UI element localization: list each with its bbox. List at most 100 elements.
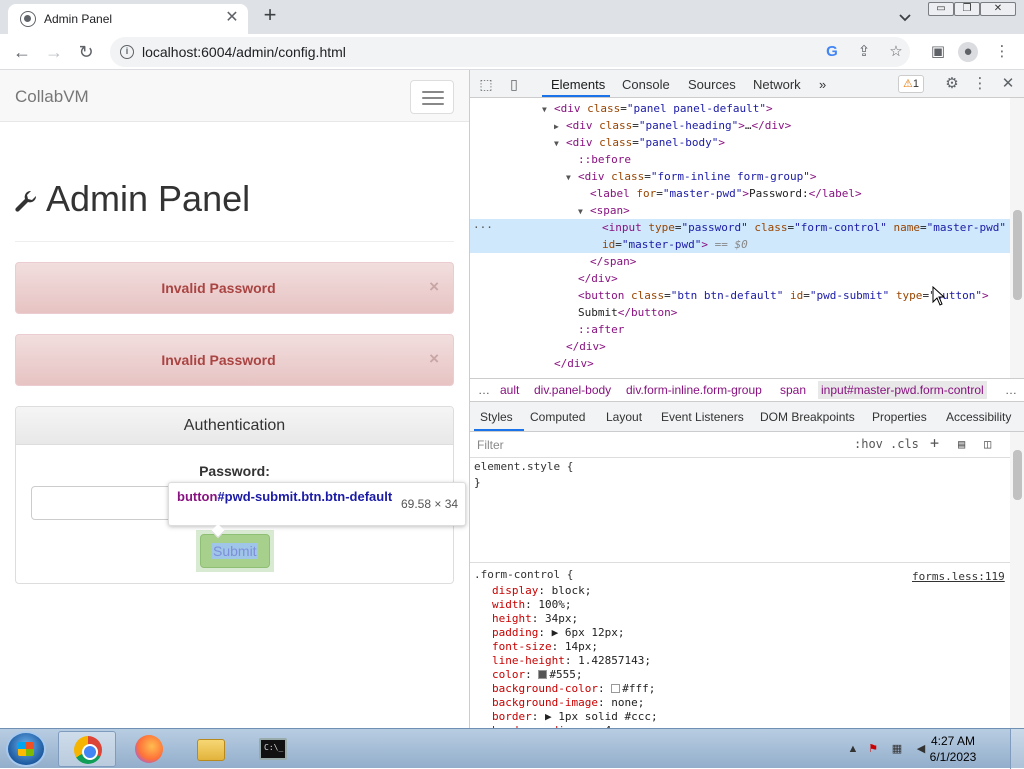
css-property[interactable]: font-size: 14px;	[470, 640, 1010, 654]
css-property[interactable]: padding: ▶ 6px 12px;	[470, 626, 1010, 640]
taskbar-explorer[interactable]	[182, 731, 240, 767]
styles-scrollbar-thumb[interactable]	[1013, 450, 1022, 500]
start-button[interactable]	[6, 731, 46, 767]
kebab-menu-icon[interactable]: ⋮	[992, 42, 1012, 62]
maximize-button[interactable]: ❐	[954, 2, 980, 16]
site-info-icon[interactable]: i	[120, 45, 134, 59]
taskbar-chrome[interactable]	[58, 731, 116, 767]
dom-node[interactable]: ::after	[470, 321, 1010, 338]
toggle-sidebar-icon[interactable]: ◫	[984, 437, 991, 451]
tab-close-icon[interactable]: ✕	[222, 8, 242, 28]
styles-tab-styles[interactable]: Styles	[480, 410, 513, 424]
breadcrumb-item[interactable]: div.panel-body	[534, 383, 611, 397]
styles-tab-properties[interactable]: Properties	[872, 410, 927, 424]
reload-icon[interactable]: ↻	[74, 40, 98, 64]
breadcrumb-item[interactable]: input#master-pwd.form-control	[818, 381, 987, 399]
tab-sources[interactable]: Sources	[688, 77, 736, 92]
action-center-icon[interactable]: ⚑	[866, 742, 880, 756]
clock-time[interactable]: 4:27 AM	[918, 734, 988, 748]
rule-source-link[interactable]: forms.less:119	[912, 570, 1005, 583]
breadcrumb-item[interactable]: span	[780, 383, 806, 397]
dom-scrollbar-thumb[interactable]	[1013, 210, 1022, 300]
submit-button[interactable]: Submit	[200, 534, 270, 568]
back-arrow-icon[interactable]: ←	[10, 40, 34, 64]
dom-tree[interactable]: ▼ <div class="panel panel-default"> ▶ <div …	[470, 98, 1010, 378]
dom-node[interactable]: ▼ <div class="panel-body">	[470, 134, 1010, 151]
forward-arrow-icon[interactable]: →	[42, 40, 66, 64]
dom-node[interactable]: <label for="master-pwd">Password:</label…	[470, 185, 1010, 202]
address-bar[interactable]: i localhost:6004/admin/config.html G ⇪ ☆	[110, 37, 910, 67]
breadcrumb-item[interactable]: div.form-inline.form-group	[626, 383, 762, 397]
css-property[interactable]: color: #555;	[470, 668, 1010, 682]
dom-node[interactable]: ▼ <div class="panel panel-default">	[470, 100, 1010, 117]
show-hidden-icons[interactable]: ▲	[846, 742, 860, 756]
dom-node[interactable]: ▼ <div class="form-inline form-group">	[470, 168, 1010, 185]
device-toolbar-icon[interactable]: ▯	[504, 74, 524, 94]
side-panel-icon[interactable]: ▣	[928, 42, 948, 62]
styles-tab-event-listeners[interactable]: Event Listeners	[661, 410, 744, 424]
styles-filter-input[interactable]: Filter	[477, 438, 504, 452]
gear-icon[interactable]: ⚙	[942, 74, 962, 94]
warning-badge[interactable]: ⚠1	[898, 75, 924, 93]
css-property[interactable]: height: 34px;	[470, 612, 1010, 626]
css-property[interactable]: background-image: none;	[470, 696, 1010, 710]
tooltip-dimensions: 69.58 × 34	[401, 497, 459, 511]
dom-node[interactable]: ▼ <span>	[470, 202, 1010, 219]
taskbar-cmd[interactable]: C:\_	[244, 731, 302, 767]
close-window-button[interactable]: ✕	[980, 2, 1016, 16]
dom-node[interactable]: </div>	[470, 355, 1010, 372]
close-icon[interactable]: ×	[429, 349, 439, 369]
styles-tab-computed[interactable]: Computed	[530, 410, 585, 424]
color-swatch[interactable]	[538, 670, 548, 679]
breadcrumb-item[interactable]: ault	[500, 383, 519, 397]
clock-date[interactable]: 6/1/2023	[918, 750, 988, 764]
tab-elements[interactable]: Elements	[551, 77, 605, 92]
devtools-menu-icon[interactable]: ⋮	[970, 74, 990, 94]
dom-node[interactable]: </div>	[470, 338, 1010, 355]
url-text[interactable]: localhost:6004/admin/config.html	[142, 44, 346, 60]
new-tab-button[interactable]: +	[258, 4, 282, 28]
styles-tab-accessibility[interactable]: Accessibility	[946, 410, 1011, 424]
tab-console[interactable]: Console	[622, 77, 670, 92]
css-property[interactable]: background-color: #fff;	[470, 682, 1010, 696]
css-property[interactable]: line-height: 1.42857143;	[470, 654, 1010, 668]
paint-brush-icon[interactable]: ▤	[958, 437, 965, 451]
more-tabs-button[interactable]: »	[819, 77, 826, 92]
dom-node[interactable]: Submit</button>	[470, 304, 1010, 321]
styles-tab-layout[interactable]: Layout	[606, 410, 642, 424]
browser-tab[interactable]: Admin Panel ✕	[8, 4, 248, 34]
node-menu-ellipsis[interactable]: ···	[473, 219, 493, 236]
navbar-brand[interactable]: CollabVM	[15, 87, 89, 107]
taskbar-firefox[interactable]	[120, 731, 178, 767]
bookmark-star-icon[interactable]: ☆	[886, 42, 906, 62]
breadcrumb-item[interactable]: …	[1005, 383, 1017, 397]
google-lens-icon[interactable]: G	[822, 42, 842, 62]
dom-node-selected[interactable]: <input type="password" class="form-contr…	[470, 219, 1010, 253]
minimize-button[interactable]: ▭	[928, 2, 954, 16]
profile-avatar-icon[interactable]: ●	[958, 42, 978, 62]
dom-node[interactable]: </div>	[470, 270, 1010, 287]
styles-pane[interactable]: element.style { } .form-control { displa…	[470, 458, 1010, 728]
tab-search-chevron-icon[interactable]	[896, 8, 914, 26]
share-icon[interactable]: ⇪	[854, 42, 874, 62]
dom-node[interactable]: </span>	[470, 253, 1010, 270]
network-icon[interactable]: ▦	[890, 742, 904, 756]
inspect-element-icon[interactable]: ⬚	[476, 74, 496, 94]
color-swatch[interactable]	[611, 684, 621, 693]
styles-tab-dom-breakpoints[interactable]: DOM Breakpoints	[760, 410, 855, 424]
close-devtools-icon[interactable]: ✕	[998, 74, 1018, 94]
dom-node[interactable]: <button class="btn btn-default" id="pwd-…	[470, 287, 1010, 304]
class-toggle-button[interactable]: .cls	[890, 437, 919, 451]
css-property[interactable]: width: 100%;	[470, 598, 1010, 612]
show-desktop-button[interactable]	[1010, 729, 1024, 769]
breadcrumb-item[interactable]: …	[478, 383, 490, 397]
hover-state-button[interactable]: :hov	[854, 437, 883, 451]
tab-network[interactable]: Network	[753, 77, 801, 92]
close-icon[interactable]: ×	[429, 277, 439, 297]
css-property[interactable]: border: ▶ 1px solid #ccc;	[470, 710, 1010, 724]
new-style-rule-button[interactable]: +	[930, 434, 939, 452]
dom-node[interactable]: ▶ <div class="panel-heading">…</div>	[470, 117, 1010, 134]
navbar-toggle-button[interactable]	[410, 80, 454, 114]
css-property[interactable]: display: block;	[470, 584, 1010, 598]
dom-node[interactable]: ::before	[470, 151, 1010, 168]
